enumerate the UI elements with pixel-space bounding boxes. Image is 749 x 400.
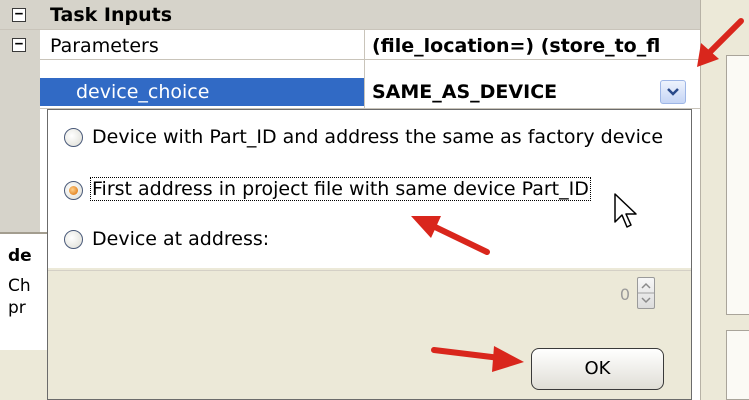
description-line-2: pr	[8, 298, 26, 318]
chevron-down-icon	[667, 88, 679, 96]
device-choice-label: device_choice	[76, 81, 210, 103]
right-panel-lower	[726, 330, 749, 400]
parameters-value: (file_location=) (store_to_fl	[372, 35, 661, 57]
ok-button[interactable]: OK	[531, 348, 664, 390]
spinner-up-down-icon	[638, 282, 654, 304]
radio-factory-device[interactable]	[64, 128, 83, 147]
collapse-icon[interactable]: −	[12, 7, 26, 22]
description-title: de	[8, 246, 32, 266]
option-label-factory-device[interactable]: Device with Part_ID and address the same…	[92, 126, 663, 148]
dropdown-button[interactable]	[660, 80, 686, 104]
red-arrow-icon	[431, 346, 524, 372]
address-spinner-value[interactable]: 0	[600, 285, 630, 304]
option-label-first-address[interactable]: First address in project file with same …	[90, 177, 591, 201]
column-divider	[364, 30, 365, 108]
parameters-label: Parameters	[50, 35, 159, 57]
option-label-device-at-address[interactable]: Device at address:	[92, 228, 269, 250]
red-arrow-icon	[697, 18, 744, 67]
radio-device-at-address[interactable]	[64, 230, 83, 249]
spinner-buttons[interactable]	[637, 277, 655, 309]
description-line-1: Ch	[8, 276, 31, 296]
device-choice-value[interactable]: SAME_AS_DEVICE	[372, 81, 557, 103]
category-label: Task Inputs	[50, 4, 173, 26]
collapse-icon[interactable]: −	[12, 37, 26, 52]
right-panel-upper	[726, 55, 749, 315]
address-spinner-row	[48, 270, 691, 319]
red-arrow-icon	[411, 216, 490, 255]
radio-first-address[interactable]	[64, 181, 83, 200]
mouse-pointer-icon	[614, 193, 637, 228]
